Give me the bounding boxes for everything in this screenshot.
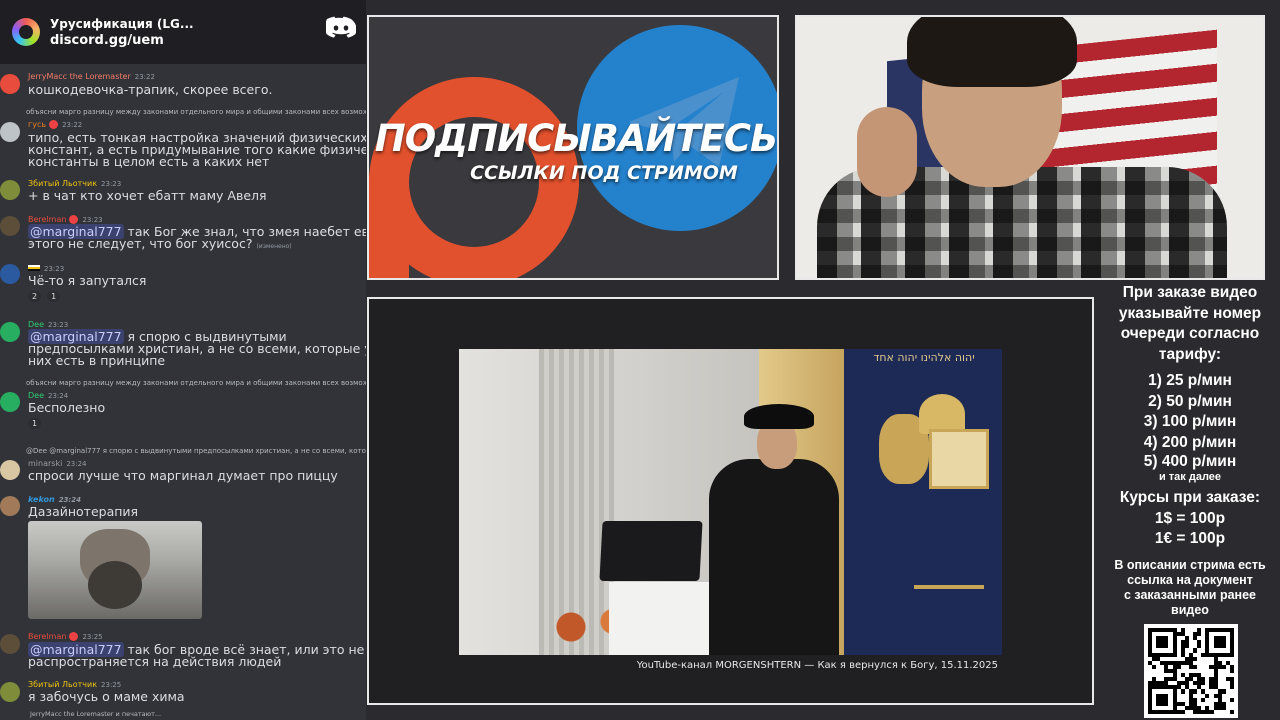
message-text: я забочусь о маме хима	[28, 689, 185, 704]
avatar	[0, 264, 20, 284]
qr-code[interactable]	[1144, 624, 1238, 718]
avatar	[0, 634, 20, 654]
video-caption: YouTube-канал MORGENSHTERN — Как я верну…	[636, 660, 998, 671]
reply-preview: объясни марго разницу между законами отд…	[26, 108, 366, 116]
message-text: Дазайнотерапия	[28, 504, 139, 519]
tariff-item: 1) 25 р/мин	[1148, 372, 1232, 389]
video-player-panel[interactable]: יהוה אלהינו יהוה אחד YouTube-канал MORGE…	[367, 297, 1094, 705]
order-line: тарифу:	[1158, 345, 1222, 363]
crown-icon	[919, 394, 965, 434]
username: 23:23	[28, 264, 64, 273]
reactions[interactable]: 21	[28, 291, 61, 302]
description-line: с заказанными ранее	[1123, 587, 1256, 602]
stream-overlay: Урусификация (LG... discord.gg/uem Jerry…	[0, 0, 1280, 720]
boosty-logo-stem	[369, 177, 409, 278]
promo-title: ПОДПИСЫВАЙТЕСЬ	[374, 117, 778, 160]
message-text: Чё-то я запутался	[28, 273, 147, 288]
promo-subtitle: ССЫЛКИ ПОД СТРИМОМ	[470, 162, 738, 184]
reactions[interactable]: 1	[28, 418, 42, 429]
avatar	[0, 322, 20, 342]
message-text: Бесполезно	[28, 400, 106, 415]
username: Berelman 23:23	[28, 215, 103, 224]
description-line: В описании стрима есть	[1114, 557, 1266, 572]
laptop	[599, 521, 703, 581]
description-line: ссылка на документ	[1127, 572, 1253, 587]
streamer-hand	[857, 107, 917, 197]
username: Dee 23:24	[28, 391, 69, 400]
avatar	[0, 180, 20, 200]
discord-logo-icon	[326, 16, 356, 38]
username: Berelman 23:25	[28, 632, 103, 641]
message-text: них есть в принципе	[28, 353, 166, 368]
tariff-item: 4) 200 р/мин	[1143, 433, 1237, 451]
avatar	[0, 216, 20, 236]
tariff-more: и так далее	[1158, 471, 1222, 483]
tablets-icon	[929, 429, 989, 489]
reply-preview: объясни марго разницу между законами отд…	[26, 379, 366, 387]
avatar	[0, 682, 20, 702]
qr-module	[1229, 709, 1234, 714]
avatar	[0, 460, 20, 480]
invite-link[interactable]: discord.gg/uem	[50, 33, 194, 48]
tariff-item: 3) 100 р/мин	[1143, 413, 1237, 430]
discord-chat-panel: Урусификация (LG... discord.gg/uem Jerry…	[0, 0, 366, 720]
message-text: этого не следует, что бог хуисос? (измен…	[28, 236, 292, 251]
message-text: константы в целом есть а каких нет	[28, 154, 270, 169]
reply-preview: @Dee @marginal777 я спорю с выдвинутыми …	[26, 447, 366, 455]
tariff-item: 2) 50 р/мин	[1148, 392, 1232, 410]
username: гусь 23:22	[28, 120, 83, 129]
chat-header: Урусификация (LG... discord.gg/uem	[0, 0, 366, 64]
video-frame[interactable]: יהוה אלהינו יהוה אחד	[459, 349, 1002, 655]
typing-indicator: JerryMacc the Loremaster и печатают...	[30, 710, 162, 718]
streamer-hair	[907, 17, 1077, 87]
username: Збитый Льотчик 23:23	[28, 179, 122, 188]
webcam-feed	[795, 15, 1265, 280]
username: Збитый Льотчик 23:25	[28, 680, 122, 689]
chat-image-attachment[interactable]	[28, 521, 202, 619]
avatar	[0, 122, 20, 142]
speaker-hat	[744, 404, 814, 429]
avatar	[0, 392, 20, 412]
speaker-body	[709, 459, 839, 655]
message-text: распространяется на действия людей	[28, 654, 282, 669]
username: Dee 23:23	[28, 320, 69, 329]
username: kekon 23:24	[28, 495, 81, 504]
torah-curtain	[844, 349, 1002, 655]
subscribe-promo-panel: ПОДПИСЫВАЙТЕСЬ ССЫЛКИ ПОД СТРИМОМ	[367, 15, 779, 280]
message-text: + в чат кто хочет ебатт маму Авеля	[28, 188, 267, 203]
order-line: указывайте номер	[1118, 304, 1262, 322]
username: JerryMacc the Loremaster 23:22	[28, 72, 155, 81]
rates-title: Курсы при заказе:	[1119, 489, 1261, 506]
message-text: кошкодевочка-трапик, скорее всего.	[28, 82, 273, 97]
hebrew-inscription: יהוה אלהינו יהוה אחד	[873, 351, 975, 364]
message-text: спроси лучше что маргинал думает про пиц…	[28, 468, 338, 483]
avatar	[0, 74, 20, 94]
description-line: видео	[1171, 602, 1209, 617]
order-info-panel: При заказе видео указывайте номер очеред…	[1100, 283, 1280, 618]
menorah-icon	[914, 509, 984, 589]
order-line: очереди согласно	[1120, 325, 1260, 342]
order-line: При заказе видео	[1122, 284, 1258, 301]
server-name: Урусификация (LG...	[50, 16, 194, 31]
username: minarski 23:24	[28, 459, 87, 468]
tariff-item: 5) 400 р/мин	[1143, 453, 1237, 470]
avatar	[0, 496, 20, 516]
rate-item: 1€ = 100р	[1154, 530, 1226, 547]
server-icon	[12, 18, 40, 46]
rate-item: 1$ = 100р	[1154, 509, 1226, 527]
